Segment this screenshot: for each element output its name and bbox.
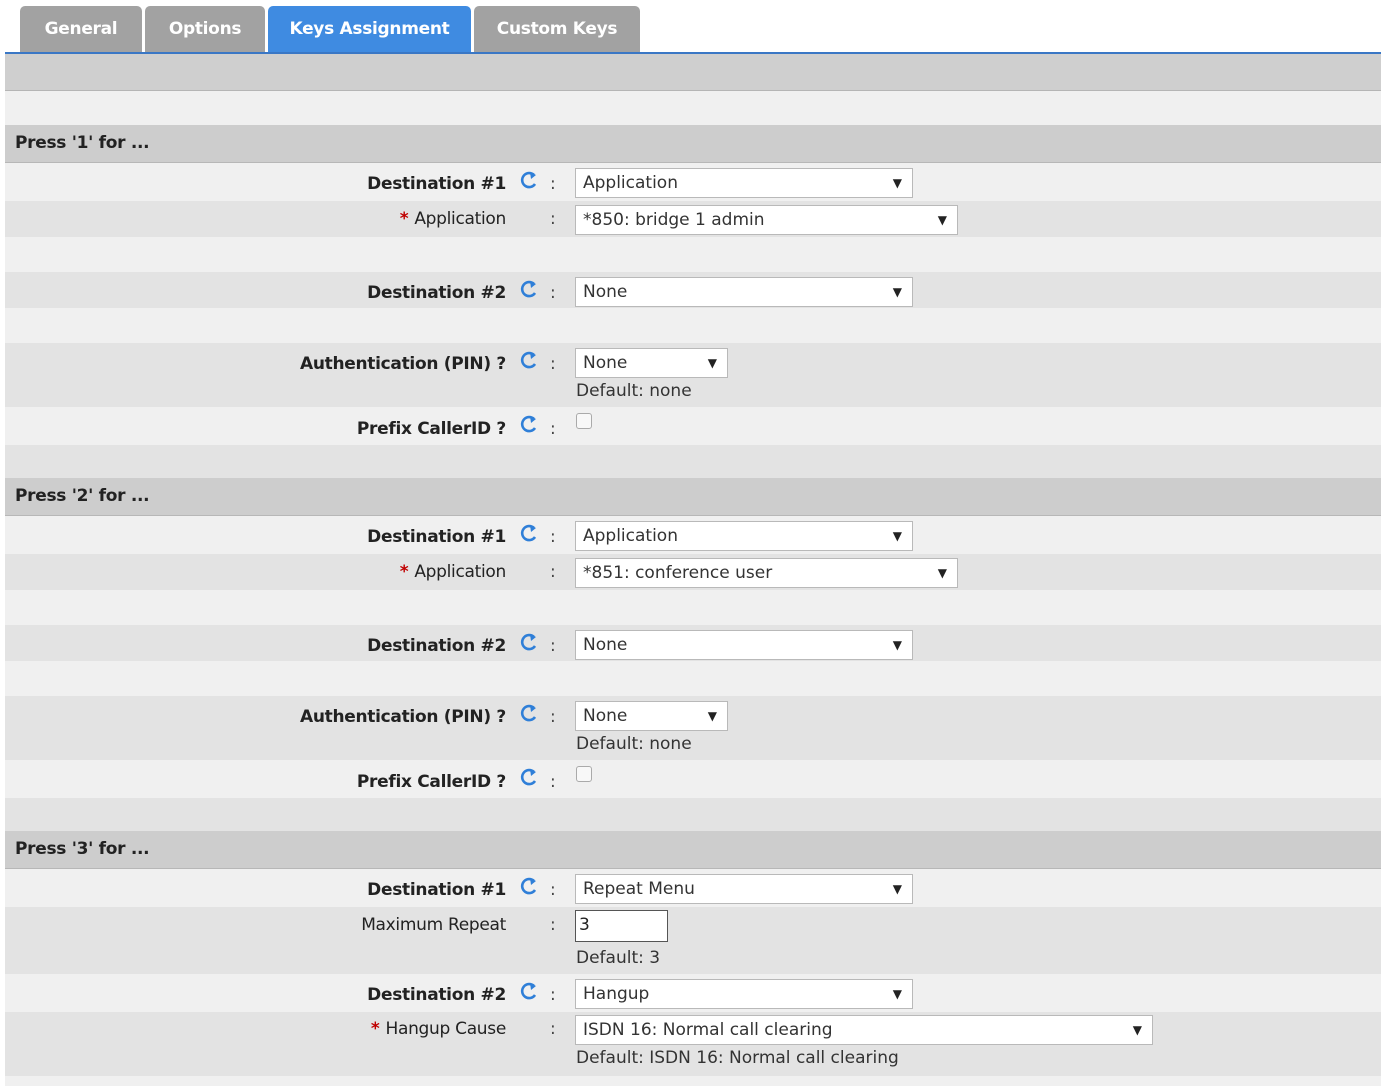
- colon: :: [550, 915, 556, 935]
- authentication-label: Authentication (PIN) ?: [299, 707, 506, 727]
- prefix-callerid-checkbox[interactable]: [576, 766, 592, 782]
- colon: :: [550, 419, 556, 439]
- colon: :: [550, 636, 556, 656]
- authentication-select[interactable]: None ▼: [575, 348, 728, 378]
- colon: :: [550, 880, 556, 900]
- spacer-row: [5, 308, 1381, 343]
- application-select[interactable]: *850: bridge 1 admin ▼: [575, 205, 958, 235]
- spacer-row: [5, 590, 1381, 625]
- section-header: Press '2' for ...: [5, 478, 1381, 516]
- colon: :: [550, 174, 556, 194]
- authentication-label: Authentication (PIN) ?: [299, 354, 506, 374]
- form-row-maximum-repeat: Maximum Repeat: [5, 907, 1381, 974]
- form-row-prefix-callerid: Prefix CallerID ?: [5, 407, 1381, 445]
- section-header: Press '3' for ...: [5, 831, 1381, 869]
- refresh-icon[interactable]: [519, 703, 539, 725]
- refresh-icon[interactable]: [519, 170, 539, 192]
- spacer-row: [5, 661, 1381, 696]
- chevron-down-icon: ▼: [892, 638, 902, 652]
- destination-1-label: Destination #1: [367, 527, 506, 547]
- refresh-icon[interactable]: [519, 279, 539, 301]
- tab-custom-keys[interactable]: Custom Keys: [474, 6, 640, 52]
- destination-1-select[interactable]: Application ▼: [575, 521, 913, 551]
- colon: :: [550, 985, 556, 1005]
- colon: :: [550, 772, 556, 792]
- spacer-row: [5, 798, 1381, 831]
- refresh-icon[interactable]: [519, 767, 539, 789]
- destination-2-label: Destination #2: [367, 985, 506, 1005]
- destination-2-label: Destination #2: [367, 636, 506, 656]
- prefix-callerid-label: Prefix CallerID ?: [356, 772, 506, 792]
- prefix-callerid-label: Prefix CallerID ?: [356, 419, 506, 439]
- destination-1-label: Destination #1: [367, 880, 506, 900]
- chevron-down-icon: ▼: [707, 709, 717, 723]
- form-row-prefix-callerid: Prefix CallerID ?: [5, 760, 1381, 798]
- application-select[interactable]: *851: conference user ▼: [575, 558, 958, 588]
- colon: :: [550, 707, 556, 727]
- chevron-down-icon: ▼: [892, 176, 902, 190]
- required-star: *: [399, 209, 409, 229]
- chevron-down-icon: ▼: [892, 987, 902, 1001]
- refresh-icon[interactable]: [519, 876, 539, 898]
- section-title: Press '1' for ...: [15, 133, 150, 153]
- tab-keys-assignment[interactable]: Keys Assignment: [268, 6, 471, 52]
- destination-1-label: Destination #1: [367, 174, 506, 194]
- colon: :: [550, 354, 556, 374]
- chevron-down-icon: ▼: [937, 566, 947, 580]
- hangup-cause-label: * Hangup Cause: [370, 1019, 506, 1039]
- maximum-repeat-default-hint: Default: 3: [576, 948, 661, 968]
- chevron-down-icon: ▼: [892, 285, 902, 299]
- refresh-icon[interactable]: [519, 350, 539, 372]
- required-star: *: [370, 1019, 380, 1039]
- refresh-icon[interactable]: [519, 523, 539, 545]
- section-header: Press '1' for ...: [5, 125, 1381, 163]
- refresh-icon[interactable]: [519, 981, 539, 1003]
- chevron-down-icon: ▼: [937, 213, 947, 227]
- colon: :: [550, 283, 556, 303]
- destination-2-select[interactable]: Hangup ▼: [575, 979, 913, 1009]
- chevron-down-icon: ▼: [892, 882, 902, 896]
- authentication-default-hint: Default: none: [576, 734, 692, 754]
- spacer-row: [5, 237, 1381, 272]
- chevron-down-icon: ▼: [707, 356, 717, 370]
- authentication-default-hint: Default: none: [576, 381, 692, 401]
- application-label: * Application: [399, 209, 507, 229]
- tab-general[interactable]: General: [20, 6, 142, 52]
- colon: :: [550, 209, 556, 229]
- spacer-row: [5, 91, 1381, 125]
- maximum-repeat-label: Maximum Repeat: [361, 915, 506, 935]
- hangup-cause-default-hint: Default: ISDN 16: Normal call clearing: [576, 1048, 899, 1068]
- colon: :: [550, 527, 556, 547]
- colon: :: [550, 1019, 556, 1039]
- spacer-row: [5, 1076, 1381, 1086]
- destination-2-label: Destination #2: [367, 283, 506, 303]
- required-star: *: [399, 562, 409, 582]
- destination-2-select[interactable]: None ▼: [575, 630, 913, 660]
- chevron-down-icon: ▼: [892, 529, 902, 543]
- colon: :: [550, 562, 556, 582]
- refresh-icon[interactable]: [519, 414, 539, 436]
- prefix-callerid-checkbox[interactable]: [576, 413, 592, 429]
- refresh-icon[interactable]: [519, 632, 539, 654]
- hangup-cause-select[interactable]: ISDN 16: Normal call clearing ▼: [575, 1015, 1153, 1045]
- spacer-row: [5, 445, 1381, 478]
- authentication-select[interactable]: None ▼: [575, 701, 728, 731]
- application-label: * Application: [399, 562, 507, 582]
- destination-1-select[interactable]: Repeat Menu ▼: [575, 874, 913, 904]
- destination-1-select[interactable]: Application ▼: [575, 168, 913, 198]
- tab-options[interactable]: Options: [145, 6, 265, 52]
- toolbar-band: [5, 54, 1381, 91]
- chevron-down-icon: ▼: [1132, 1023, 1142, 1037]
- section-title: Press '2' for ...: [15, 486, 150, 506]
- destination-2-select[interactable]: None ▼: [575, 277, 913, 307]
- maximum-repeat-input[interactable]: 3: [575, 910, 668, 942]
- section-title: Press '3' for ...: [15, 839, 150, 859]
